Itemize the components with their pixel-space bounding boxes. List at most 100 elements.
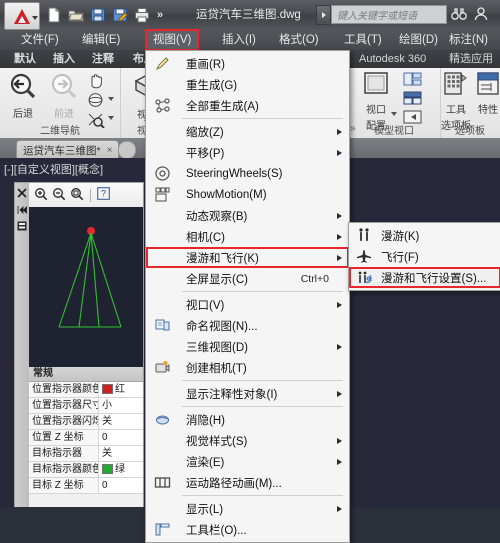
save-as-file-icon[interactable]	[110, 6, 129, 25]
logo-dropdown-caret[interactable]	[32, 16, 38, 20]
new-file-icon[interactable]	[44, 6, 63, 25]
menu-item-format[interactable]: 格式(O)	[272, 30, 326, 50]
menu-item-viewports[interactable]: 视口(V)	[146, 294, 349, 315]
menu-item-visual-styles[interactable]: 视觉样式(S)	[146, 430, 349, 451]
menu-item-pan[interactable]: 平移(P)	[146, 142, 349, 163]
forward-button[interactable]: 前进	[44, 71, 84, 120]
ribbon-tab-featured[interactable]: 精选应用	[443, 50, 499, 68]
menu-item-redraw[interactable]: 重画(R)	[146, 53, 349, 74]
auto-hide-icon[interactable]	[17, 205, 27, 215]
add-tab-button[interactable]	[118, 141, 136, 159]
camera-preview-viewport[interactable]	[29, 207, 143, 367]
menu-item-camera[interactable]: 相机(C)	[146, 226, 349, 247]
table-row[interactable]: 目标 Z 坐标 0	[29, 478, 143, 494]
viewport-config-dropdown-caret[interactable]	[391, 112, 397, 116]
open-file-icon[interactable]	[66, 6, 85, 25]
panel-label-palettes: 选项板	[455, 126, 485, 137]
drawing-tab[interactable]: 运贷汽车三维图* ×	[16, 140, 120, 159]
menu-item-motion-path-animation[interactable]: 运动路径动画(M)...	[146, 472, 349, 493]
property-value[interactable]: 关	[99, 414, 143, 429]
table-row[interactable]: 位置指示器颜色 红	[29, 382, 143, 398]
search-input[interactable]: 键入关键字或短语	[331, 5, 447, 24]
property-value[interactable]: 0	[99, 430, 143, 445]
palette-side-strip	[15, 183, 30, 507]
title-bar: » 运贷汽车三维图.dwg 键入关键字或短语	[0, 0, 500, 31]
menu-item-draw[interactable]: 绘图(D)	[392, 30, 445, 50]
ribbon-tab-annotate[interactable]: 注释	[86, 50, 120, 68]
menu-item-zoom[interactable]: 缩放(Z)	[146, 121, 349, 142]
zoom-out-icon[interactable]	[52, 187, 66, 204]
user-account-icon[interactable]	[473, 6, 489, 22]
menu-item-create-camera[interactable]: 创建相机(T)	[146, 357, 349, 378]
binoculars-icon[interactable]	[451, 6, 467, 22]
help-icon[interactable]: ?	[97, 187, 110, 203]
drawing-tab-close-icon[interactable]: ×	[107, 145, 113, 156]
menu-item-regen[interactable]: 重生成(G)	[146, 74, 349, 95]
menu-item-tools[interactable]: 工具(T)	[337, 30, 389, 50]
submenu-item-fly[interactable]: 飞行(F)	[349, 246, 500, 267]
menu-label: 工具栏(O)...	[186, 524, 247, 537]
menu-label: 运动路径动画(M)...	[186, 477, 282, 490]
menu-item-walk-and-fly[interactable]: 漫游和飞行(K)	[146, 247, 349, 268]
submenu-label: 漫游和飞行设置(S)...	[381, 272, 487, 285]
table-row[interactable]: 目标指示器颜色 绿	[29, 462, 143, 478]
menu-item-hide[interactable]: 消隐(H)	[146, 409, 349, 430]
orbit-dropdown-caret[interactable]	[108, 97, 114, 101]
named-viewports-icon[interactable]	[403, 90, 423, 108]
menu-item-fullscreen[interactable]: 全屏显示(C) Ctrl+0	[146, 268, 349, 289]
property-name: 目标指示器颜色	[29, 462, 99, 477]
document-menu-caret[interactable]	[316, 5, 331, 25]
table-row[interactable]: 位置指示器尺寸 小	[29, 398, 143, 414]
ribbon-tab-autodesk360[interactable]: Autodesk 360	[353, 50, 432, 68]
menu-item-insert[interactable]: 插入(I)	[215, 30, 263, 50]
close-palette-icon[interactable]	[17, 188, 27, 198]
pan-icon[interactable]	[86, 71, 106, 89]
menu-item-showmotion[interactable]: ShowMotion(M)	[146, 184, 349, 205]
menu-item-dimension[interactable]: 标注(N)	[442, 30, 495, 50]
save-file-icon[interactable]	[88, 6, 107, 25]
panel-label-2d-navigation: 二维导航	[40, 126, 80, 137]
back-button[interactable]: 后退	[3, 71, 43, 120]
ribbon-tab-insert[interactable]: 插入	[47, 50, 81, 68]
zoom-dropdown-caret[interactable]	[108, 116, 114, 120]
plot-icon[interactable]	[132, 6, 151, 25]
ribbon-tab-home[interactable]: 默认	[8, 50, 42, 68]
zoom-in-icon[interactable]	[34, 187, 48, 204]
ribbon-panel-2d-navigation: 后退 前进 二维导航	[0, 68, 121, 138]
orbit-icon[interactable]	[86, 91, 106, 109]
submenu-item-walk[interactable]: 漫游(K)	[349, 225, 500, 246]
properties-button[interactable]: 特性	[474, 71, 500, 116]
ribbon-panel-model-viewports: 视口 配置 模型视口	[348, 68, 441, 138]
table-row[interactable]: 位置 Z 坐标 0	[29, 430, 143, 446]
property-value[interactable]: 关	[99, 446, 143, 461]
menu-item-3d-views[interactable]: 三维视图(D)	[146, 336, 349, 357]
zoom-window-icon[interactable]	[70, 187, 84, 204]
menu-item-display[interactable]: 显示(L)	[146, 498, 349, 519]
menu-item-regen-all[interactable]: 全部重生成(A)	[146, 95, 349, 116]
menu-item-edit[interactable]: 编辑(E)	[75, 30, 127, 50]
menu-item-orbit[interactable]: 动态观察(B)	[146, 205, 349, 226]
color-swatch	[102, 464, 113, 475]
menu-item-show-annotative-objects[interactable]: 显示注释性对象(I)	[146, 383, 349, 404]
property-name: 位置指示器尺寸	[29, 398, 99, 413]
property-value[interactable]: 红	[99, 382, 143, 397]
palette-properties-icon[interactable]	[17, 221, 27, 231]
qat-overflow-label[interactable]: »	[154, 9, 165, 21]
table-row[interactable]: 目标指示器 关	[29, 446, 143, 462]
join-viewports-icon[interactable]	[403, 71, 423, 89]
menu-item-render[interactable]: 渲染(E)	[146, 451, 349, 472]
menu-item-toolbars[interactable]: 工具栏(O)...	[146, 519, 349, 540]
ribbon-expand-glyph[interactable]: »	[350, 123, 356, 134]
menu-item-view[interactable]: 视图(V)	[144, 29, 200, 51]
viewport-label[interactable]: [-][自定义视图][概念]	[4, 161, 103, 177]
property-value[interactable]: 小	[99, 398, 143, 413]
menu-item-steeringwheels[interactable]: SteeringWheels(S)	[146, 163, 349, 184]
walk-icon	[356, 227, 373, 244]
property-value[interactable]: 0	[99, 478, 143, 493]
submenu-item-walk-fly-settings[interactable]: 漫游和飞行设置(S)...	[349, 267, 500, 288]
property-value[interactable]: 绿	[99, 462, 143, 477]
menu-item-named-views[interactable]: 命名视图(N)...	[146, 315, 349, 336]
table-row[interactable]: 位置指示器闪烁 关	[29, 414, 143, 430]
property-name: 位置指示器闪烁	[29, 414, 99, 429]
menu-item-file[interactable]: 文件(F)	[14, 30, 66, 50]
